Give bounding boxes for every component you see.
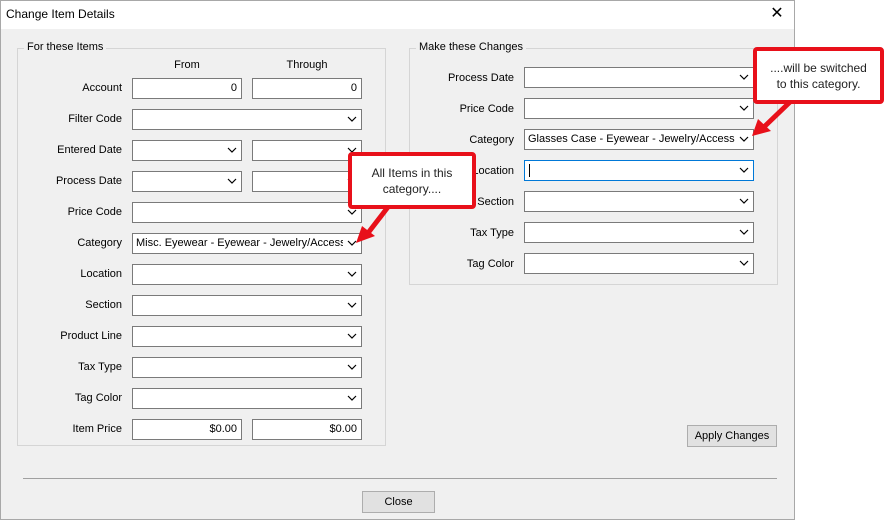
left-callout-line1: All Items in this	[371, 166, 453, 180]
left-callout: All Items in this category....	[348, 152, 476, 209]
right-callout-line1: ....will be switched	[770, 61, 867, 75]
left-callout-line2: category....	[382, 182, 442, 196]
right-callout-arrow	[752, 99, 793, 136]
right-callout-line2: to this category.	[776, 77, 861, 91]
right-callout: ....will be switched to this category.	[753, 47, 884, 104]
left-callout-arrow	[356, 204, 391, 243]
